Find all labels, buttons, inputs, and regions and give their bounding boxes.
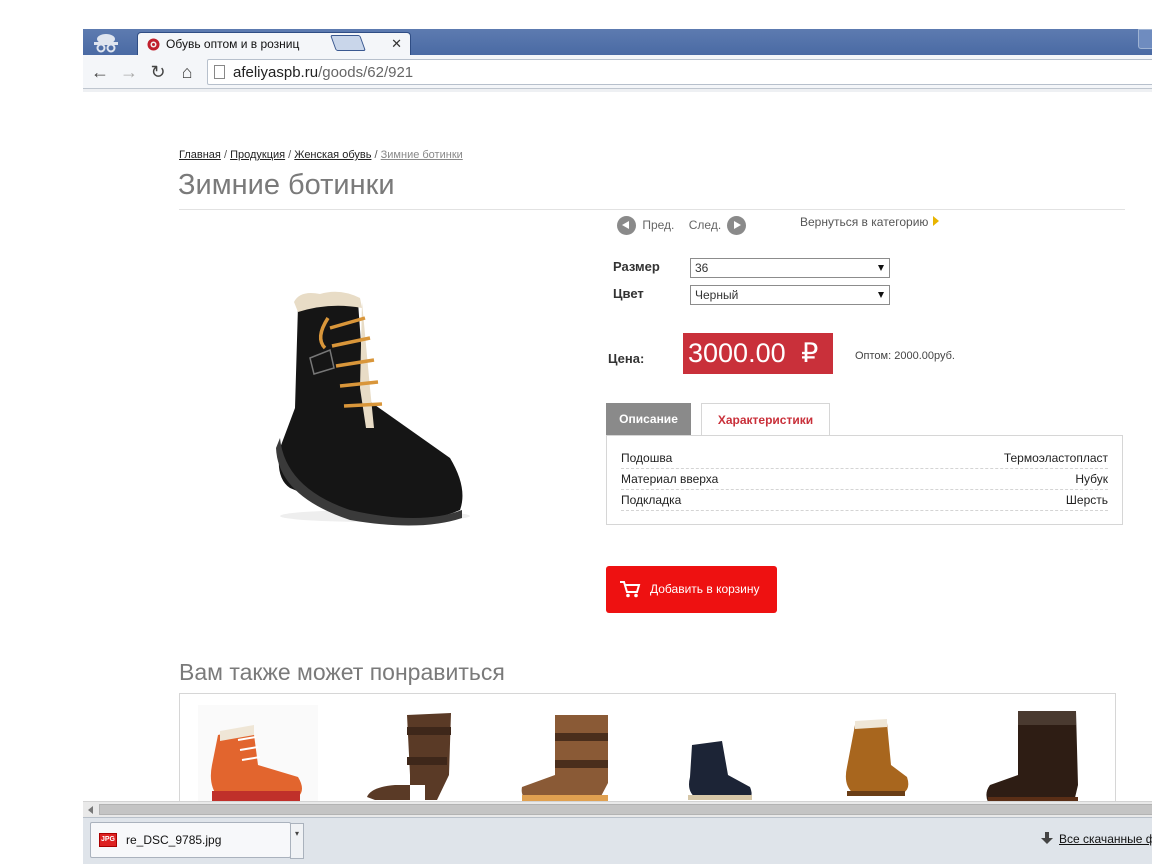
dropdown-arrow-icon [878, 265, 884, 271]
download-arrow-icon [1041, 832, 1053, 844]
cart-icon [620, 581, 641, 598]
toolbar-divider [83, 89, 1152, 92]
all-downloads-link[interactable]: Все скачанные ф [1059, 832, 1152, 846]
specs-panel: Подошва Термоэластопласт Материал вверха… [606, 435, 1123, 525]
spec-value: Нубук [1075, 472, 1108, 486]
horizontal-scrollbar[interactable] [83, 801, 1152, 817]
all-downloads[interactable]: Все скачанные ф [1041, 832, 1152, 846]
download-file-name: re_DSC_9785.jpg [126, 833, 222, 847]
related-carousel [179, 693, 1116, 813]
spec-row: Подкладка Шерсть [621, 490, 1108, 511]
browser-tab-active[interactable]: Обувь оптом и в розниц ✕ [137, 32, 411, 55]
page-icon [214, 65, 225, 79]
size-value: 36 [695, 261, 709, 275]
tab-description[interactable]: Описание [606, 403, 691, 435]
related-title: Вам также может понравиться [179, 659, 505, 685]
spec-name: Подошва [621, 451, 673, 465]
breadcrumb-current-link[interactable]: Зимние ботинки [381, 149, 463, 161]
color-label: Цвет [613, 286, 644, 301]
download-menu-caret-icon[interactable]: ▾ [290, 823, 304, 859]
spec-value: Шерсть [1065, 493, 1108, 507]
price-label: Цена: [608, 351, 645, 366]
tab-characteristics[interactable]: Характеристики [701, 403, 830, 436]
related-product-thumb[interactable] [198, 705, 318, 805]
jpg-file-icon: JPG [99, 833, 117, 847]
price-value: 3000.00 [688, 338, 786, 368]
size-select[interactable]: 36 [690, 258, 890, 278]
breadcrumb-separator: / [223, 149, 227, 161]
home-icon[interactable]: ⌂ [176, 61, 198, 83]
spec-value: Термоэластопласт [1003, 451, 1108, 465]
next-link[interactable]: След. [689, 218, 721, 232]
window-control-button[interactable] [1138, 29, 1152, 49]
spec-row: Материал вверха Нубук [621, 469, 1108, 490]
url-text: afeliyaspb.ru/goods/62/921 [233, 64, 414, 81]
downloads-bar: JPG re_DSC_9785.jpg ▾ Все скачанные ф [83, 817, 1152, 864]
scroll-left-icon[interactable] [88, 806, 93, 814]
spec-name: Материал вверха [621, 472, 719, 486]
next-arrow-icon[interactable] [726, 216, 746, 235]
incognito-icon [94, 34, 118, 53]
breadcrumb-women-link[interactable]: Женская обувь [294, 149, 371, 161]
related-product-thumb[interactable] [510, 705, 630, 805]
back-arrow-icon[interactable]: ← [89, 61, 111, 83]
color-value: Черный [695, 288, 739, 302]
page-title: Зимние ботинки [178, 169, 395, 201]
breadcrumb-separator: / [374, 149, 378, 161]
browser-toolbar: ← → ↻ ⌂ afeliyaspb.ru/goods/62/921 [83, 55, 1152, 89]
download-item[interactable]: JPG re_DSC_9785.jpg ▾ [90, 822, 304, 859]
ruble-icon: ₽ [801, 338, 819, 368]
back-to-category-link[interactable]: Вернуться в категорию [800, 215, 940, 229]
scrollbar-thumb[interactable] [99, 804, 1152, 815]
triangle-right-icon [933, 216, 940, 226]
product-image [276, 291, 470, 526]
breadcrumb-home-link[interactable]: Главная [179, 149, 221, 161]
size-label: Размер [613, 259, 660, 274]
breadcrumb: Главная / Продукция / Женская обувь / Зи… [179, 149, 463, 161]
related-product-thumb[interactable] [355, 705, 475, 805]
prev-next-nav: Пред. След. [617, 216, 746, 235]
wholesale-price: Оптом: 2000.00руб. [855, 350, 955, 362]
breadcrumb-products-link[interactable]: Продукция [230, 149, 285, 161]
title-divider [179, 209, 1125, 210]
rose-favicon-icon [147, 38, 160, 51]
prev-link[interactable]: Пред. [642, 218, 674, 232]
back-to-category-label: Вернуться в категорию [800, 215, 929, 229]
related-product-thumb[interactable] [672, 705, 792, 805]
address-bar[interactable]: afeliyaspb.ru/goods/62/921 [207, 59, 1152, 85]
add-to-cart-button[interactable]: Добавить в корзину [606, 566, 777, 613]
tab-close-icon[interactable]: ✕ [391, 36, 402, 52]
dropdown-arrow-icon [878, 292, 884, 298]
related-product-thumb[interactable] [825, 705, 945, 805]
add-to-cart-label: Добавить в корзину [650, 582, 760, 596]
spec-row: Подошва Термоэластопласт [621, 448, 1108, 469]
forward-arrow-icon[interactable]: → [118, 61, 140, 83]
breadcrumb-separator: / [288, 149, 292, 161]
prev-arrow-icon[interactable] [617, 216, 636, 235]
new-tab-button[interactable] [330, 35, 366, 51]
reload-icon[interactable]: ↻ [147, 61, 169, 83]
color-select[interactable]: Черный [690, 285, 890, 305]
price-badge: 3000.00 ₽ [683, 333, 833, 374]
browser-tabbar: Обувь оптом и в розниц ✕ [83, 29, 1152, 55]
related-product-thumb[interactable] [978, 705, 1098, 805]
spec-name: Подкладка [621, 493, 682, 507]
